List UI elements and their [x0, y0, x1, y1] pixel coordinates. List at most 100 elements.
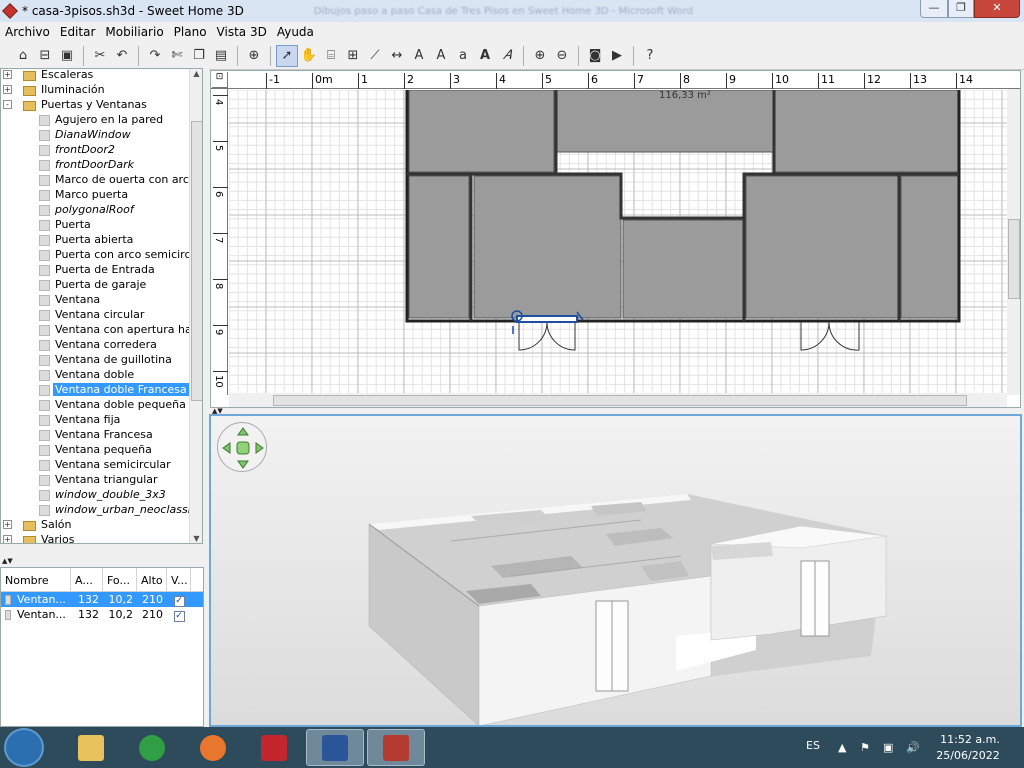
selected-french-window[interactable] [516, 315, 578, 323]
tree-item[interactable]: Ventana fija [1, 412, 122, 427]
clock-date[interactable]: 25/06/2022 [936, 749, 1000, 762]
firefox-taskbar-button[interactable] [184, 729, 242, 766]
catalog-horizontal-scrollbar[interactable] [1, 543, 188, 544]
tree-item[interactable]: frontDoorDark [1, 157, 136, 172]
tree-category[interactable]: + Iluminación [1, 82, 107, 97]
italic-text-icon[interactable]: 𝐴 [496, 45, 518, 67]
home-furniture-table[interactable]: Nombre A... Fo... Alto V... Ventan... 132 10,2… [0, 567, 204, 727]
3d-scene[interactable] [211, 416, 1020, 725]
tray-expand-icon[interactable]: ▲ [838, 741, 846, 754]
create-polylines-icon[interactable]: ⟋ [364, 45, 386, 67]
create-walls-icon[interactable]: ⌸ [320, 45, 342, 67]
nav-center-icon[interactable] [236, 441, 250, 455]
undo-icon[interactable]: ↶ [111, 45, 133, 67]
language-indicator[interactable]: ES [806, 739, 820, 752]
expand-icon[interactable]: + [3, 70, 12, 79]
room[interactable] [473, 175, 622, 319]
menu-mobiliario[interactable]: Mobiliario [100, 25, 168, 39]
room[interactable] [900, 175, 959, 319]
nav-left-arrow-icon[interactable] [222, 442, 231, 454]
visible-checkbox[interactable]: ✓ [173, 596, 185, 607]
plan-vscroll-thumb[interactable] [1008, 219, 1020, 299]
tree-item[interactable]: Ventana doble [1, 367, 136, 382]
scroll-down-arrow-icon[interactable]: ▼ [190, 534, 202, 543]
select-arrow-icon[interactable]: ➚ [276, 44, 298, 67]
tree-item[interactable]: Ventana corredera [1, 337, 159, 352]
start-button[interactable] [4, 728, 44, 767]
room[interactable] [408, 175, 470, 319]
nav-down-arrow-icon[interactable] [237, 460, 249, 469]
floor-plan-canvas[interactable]: 116,33 m² [229, 90, 1007, 393]
3d-view[interactable] [209, 414, 1022, 727]
save-icon[interactable]: ▣ [56, 45, 78, 67]
clock-time[interactable]: 11:52 a.m. [940, 733, 1000, 746]
tree-item[interactable]: DianaWindow [1, 127, 133, 142]
copy-icon[interactable]: ❐ [188, 45, 210, 67]
plan-view[interactable]: -1 0m 1 2 3 4 5 6 7 8 9 10 11 12 13 14 4 5 6 7 8 9 10 ⊡ 116,3… [210, 70, 1021, 408]
room[interactable] [622, 219, 744, 319]
furniture-row[interactable]: Ventan... 132 10,2 210 ✓ [1, 592, 203, 607]
column-header[interactable]: Fo... [103, 568, 137, 591]
tree-item[interactable]: Ventana [1, 292, 102, 307]
column-header[interactable]: A... [71, 568, 103, 591]
bold-text-icon[interactable]: A [474, 45, 496, 67]
tree-item[interactable]: window_double_3x3 [1, 487, 168, 502]
photo-icon[interactable]: ◙ [584, 45, 606, 67]
tree-item[interactable]: Puerta con arco semicircula [1, 247, 202, 262]
menu-vista-3d[interactable]: Vista 3D [212, 25, 272, 39]
tree-category[interactable]: + Escaleras [1, 69, 95, 82]
expand-icon[interactable]: + [3, 85, 12, 94]
tree-item[interactable]: Marco puerta [1, 187, 130, 202]
cut-scissors-icon[interactable]: ✂ [89, 45, 111, 67]
nav-up-arrow-icon[interactable] [237, 427, 249, 436]
new-home-icon[interactable]: ⌂ [12, 45, 34, 67]
tree-item[interactable]: Ventana pequeña [1, 442, 154, 457]
splitter-arrows-icon[interactable]: ▲▼ [2, 557, 13, 565]
tree-item[interactable]: Ventana doble Francesa [1, 382, 189, 397]
add-furniture-icon[interactable]: ⊕ [243, 45, 265, 67]
menu-archivo[interactable]: Archivo [0, 25, 55, 39]
word-taskbar-button[interactable] [306, 729, 364, 766]
column-header[interactable]: Nombre [1, 568, 71, 591]
menu-ayuda[interactable]: Ayuda [272, 25, 319, 39]
collapse-icon[interactable]: - [3, 100, 12, 109]
tree-item[interactable]: Ventana con apertura hacia [1, 322, 202, 337]
minimize-button[interactable]: — [920, 0, 948, 18]
menu-editar[interactable]: Editar [55, 25, 101, 39]
app-red-taskbar-button[interactable] [245, 729, 303, 766]
tree-category[interactable]: + Salón [1, 517, 73, 532]
zoom-out-icon[interactable]: ⊖ [551, 45, 573, 67]
tree-item[interactable]: Ventana semicircular [1, 457, 173, 472]
visible-checkbox[interactable]: ✓ [173, 611, 185, 622]
flag-icon[interactable]: ⚑ [860, 741, 870, 754]
sweethome3d-taskbar-button[interactable] [367, 729, 425, 766]
catalog-vertical-scrollbar[interactable]: ▲ ▼ [189, 69, 202, 543]
nav-right-arrow-icon[interactable] [255, 442, 264, 454]
cut-icon[interactable]: ✄ [166, 45, 188, 67]
furniture-row[interactable]: Ventan... 132 10,2 210 ✓ [1, 607, 203, 622]
volume-icon[interactable]: 🔊 [906, 741, 920, 754]
close-button[interactable]: ✕ [974, 0, 1020, 18]
plan-vertical-scrollbar[interactable] [1007, 89, 1020, 395]
tree-category[interactable]: - Puertas y Ventanas [1, 97, 149, 112]
tree-item[interactable]: Agujero en la pared [1, 112, 165, 127]
add-text-icon[interactable]: A [408, 45, 430, 67]
tree-item[interactable]: Puerta de Entrada [1, 262, 157, 277]
create-dimensions-icon[interactable]: ↔ [386, 45, 408, 67]
zoom-in-icon[interactable]: ⊕ [529, 45, 551, 67]
pan-hand-icon[interactable]: ✋ [298, 45, 320, 67]
room[interactable] [408, 90, 555, 173]
column-header[interactable]: Alto [137, 568, 167, 591]
door-swing-left[interactable] [800, 321, 830, 351]
tree-item[interactable]: Ventana circular [1, 307, 146, 322]
tree-item[interactable]: Marco de ouerta con arco s [1, 172, 202, 187]
tree-item[interactable]: Ventana doble pequeña [1, 397, 188, 412]
tree-item[interactable]: polygonalRoof [1, 202, 136, 217]
tree-item[interactable]: frontDoor2 [1, 142, 117, 157]
decrease-text-icon[interactable]: a [452, 45, 474, 67]
explorer-taskbar-button[interactable] [62, 729, 120, 766]
scroll-up-arrow-icon[interactable]: ▲ [190, 69, 202, 82]
redo-icon[interactable]: ↷ [144, 45, 166, 67]
open-icon[interactable]: ⊟ [34, 45, 56, 67]
tree-item[interactable]: window_urban_neoclassic [1, 502, 199, 517]
